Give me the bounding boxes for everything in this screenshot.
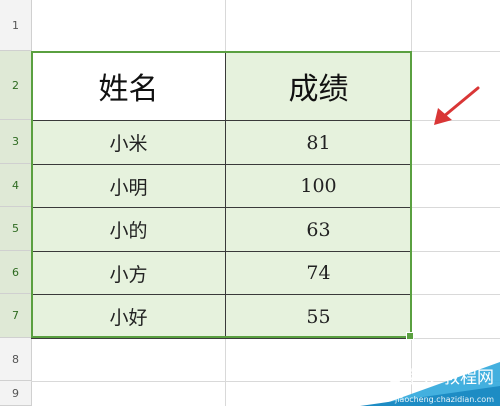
row-header-column: 1 2 3 4 5 6 7 8 9 bbox=[0, 0, 32, 406]
header-cell-score[interactable]: 成绩 bbox=[225, 51, 412, 121]
table-cell-score[interactable]: 55 bbox=[225, 294, 412, 339]
table-cell-name[interactable]: 小明 bbox=[31, 164, 226, 208]
table-cell-score[interactable]: 81 bbox=[225, 120, 412, 165]
table-cell-name[interactable]: 小好 bbox=[31, 294, 226, 339]
row-header-4[interactable]: 4 bbox=[0, 164, 31, 207]
table-cell-score[interactable]: 100 bbox=[225, 164, 412, 208]
red-arrow-icon bbox=[434, 86, 480, 125]
row-header-7[interactable]: 7 bbox=[0, 294, 31, 338]
row-header-3[interactable]: 3 bbox=[0, 120, 31, 164]
header-cell-name[interactable]: 姓名 bbox=[31, 51, 226, 121]
row-header-2[interactable]: 2 bbox=[0, 51, 31, 120]
table-cell-score[interactable]: 74 bbox=[225, 251, 412, 295]
row-header-5[interactable]: 5 bbox=[0, 207, 31, 251]
row-header-8[interactable]: 8 bbox=[0, 338, 31, 381]
watermark: jb51.net 查字典 教程网 jiaocheng.chazidian.com bbox=[360, 342, 500, 406]
row-header-6[interactable]: 6 bbox=[0, 251, 31, 294]
table-cell-name[interactable]: 小米 bbox=[31, 120, 226, 165]
spreadsheet-sheet: 1 2 3 4 5 6 7 8 9 姓名 成绩 小米 81 小明 100 小的 … bbox=[0, 0, 500, 406]
table-cell-name[interactable]: 小的 bbox=[31, 207, 226, 252]
watermark-label: 查字典 教程网 bbox=[386, 368, 494, 388]
watermark-url: jiaocheng.chazidian.com bbox=[394, 395, 494, 404]
fill-handle[interactable] bbox=[406, 332, 414, 340]
table-cell-score[interactable]: 63 bbox=[225, 207, 412, 252]
table-cell-name[interactable]: 小方 bbox=[31, 251, 226, 295]
row-header-1[interactable]: 1 bbox=[0, 0, 31, 51]
row-header-9[interactable]: 9 bbox=[0, 381, 31, 406]
